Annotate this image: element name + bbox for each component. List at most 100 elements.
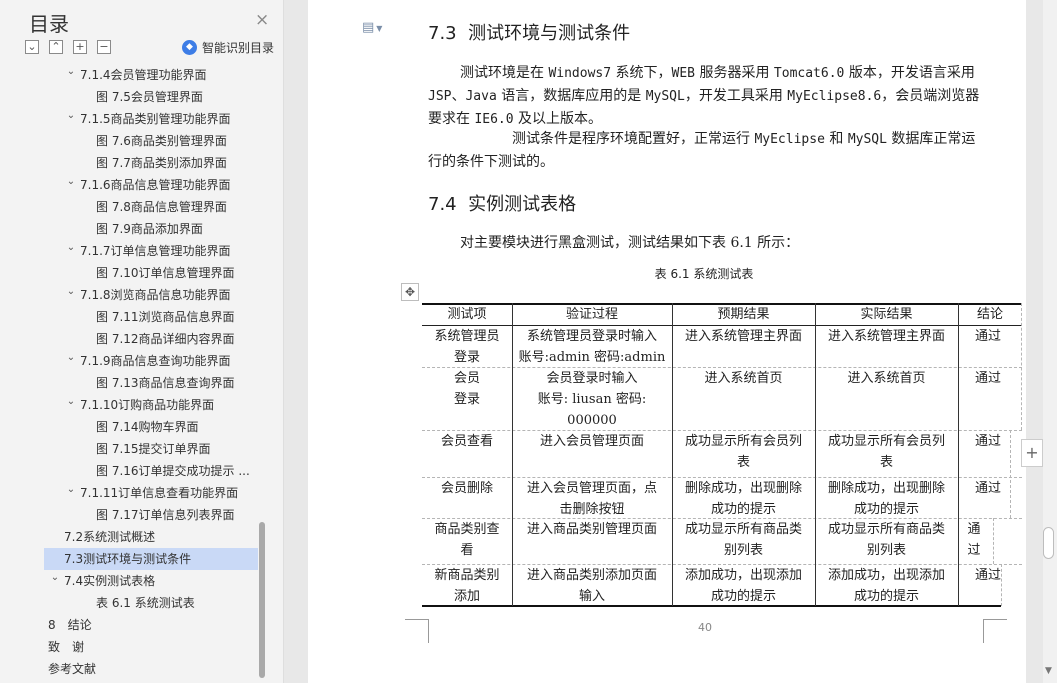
expected-cell: 删除成功，出现删除 成功的提示: [672, 478, 815, 520]
toc-item-label: 图 7.13商品信息查询界面: [96, 376, 235, 390]
toc-item-label: 图 7.16订单提交成功提示 ...: [96, 464, 250, 478]
toc-item[interactable]: ⌄ 7.1.6商品信息管理功能界面: [44, 174, 258, 196]
toc-item-label: 图 7.8商品信息管理界面: [96, 200, 227, 214]
process-cell: 会员登录时输入 账号: liusan 密码: 000000: [512, 368, 672, 431]
chevron-down-icon[interactable]: ⌄: [65, 482, 77, 501]
chevron-down-icon[interactable]: ⌄: [65, 350, 77, 369]
toc-item[interactable]: 8 结论: [44, 614, 258, 636]
process-cell-line: 系统管理员登录时输入: [526, 329, 657, 344]
toc-item-label: 图 7.5会员管理界面: [96, 90, 203, 104]
result-cell-line: 通过: [974, 371, 1001, 386]
toc-item[interactable]: 参考文献: [44, 658, 258, 680]
result-cell-line: 通过: [974, 481, 1001, 496]
result-cell: 通过: [958, 519, 990, 561]
expected-cell-line: 成功的提示: [710, 589, 776, 604]
page-number: 40: [698, 621, 712, 634]
toc-item-label: 图 7.17订单信息列表界面: [96, 508, 235, 522]
toc-item-label: 图 7.9商品添加界面: [96, 222, 203, 236]
expand-up-button[interactable]: ⌃: [49, 40, 63, 54]
toc-item[interactable]: 图 7.10订单信息管理界面: [44, 262, 258, 284]
toc-item[interactable]: 图 7.5会员管理界面: [44, 86, 258, 108]
toc-item[interactable]: ⌄ 7.1.4会员管理功能界面: [44, 64, 258, 86]
test-item-cell-line: 会员: [453, 371, 480, 386]
actual-cell-line: 进入系统首页: [847, 371, 926, 386]
toc-item[interactable]: 图 7.7商品类别添加界面: [44, 152, 258, 174]
process-cell-line: 输入: [578, 589, 605, 604]
section-heading-7-4: 7.4 实例测试表格: [428, 190, 576, 216]
toc-item[interactable]: ⌄ 7.1.7订单信息管理功能界面: [44, 240, 258, 262]
section-number: 7.3: [428, 23, 457, 44]
expected-cell-line: 成功显示所有商品类: [684, 522, 802, 537]
toc-item[interactable]: 图 7.17订单信息列表界面: [44, 504, 258, 526]
toc-item[interactable]: ⌄ 7.1.5商品类别管理功能界面: [44, 108, 258, 130]
table-move-handle[interactable]: ✥: [401, 283, 419, 301]
toc-item[interactable]: ⌄ 7.1.8浏览商品信息功能界面: [44, 284, 258, 306]
test-item-cell: 会员 登录: [422, 368, 512, 410]
scroll-down-icon[interactable]: ▼: [1045, 666, 1052, 676]
document-menu-button[interactable]: ▤ ▼: [362, 20, 382, 35]
toc-item[interactable]: 7.2系统测试概述: [44, 526, 258, 548]
result-cell: 通过: [958, 431, 1018, 452]
toc-item-label: 7.2系统测试概述: [64, 530, 156, 544]
toc-item[interactable]: ⌄ 7.1.10订购商品功能界面: [44, 394, 258, 416]
result-cell-line: 通过: [974, 568, 1001, 583]
paragraph-conditions: 测试条件是程序环境配置好，正常运行 MyEclipse 和 MySQL 数据库正…: [428, 131, 976, 170]
chevron-down-icon[interactable]: ⌄: [65, 394, 77, 413]
chevron-up-icon: ⌃: [51, 40, 61, 53]
expected-cell: 进入系统首页: [672, 368, 815, 389]
toc-item[interactable]: 7.3测试环境与测试条件: [44, 548, 258, 570]
remove-heading-button[interactable]: −: [97, 40, 111, 54]
section-number: 7.4: [428, 194, 457, 215]
process-cell: 进入会员管理页面，点 击删除按钮: [512, 478, 672, 520]
smart-toc-button[interactable]: ◆ 智能识别目录: [182, 39, 274, 56]
table-header-cell: 测试项: [447, 307, 487, 322]
document-scrollbar-thumb[interactable]: [1043, 527, 1054, 559]
toc-item[interactable]: 图 7.12商品详细内容界面: [44, 328, 258, 350]
toc-item[interactable]: 表 6.1 系统测试表: [44, 592, 258, 614]
section-title: 实例测试表格: [468, 194, 577, 215]
toc-item-label: 图 7.11浏览商品信息界面: [96, 310, 235, 324]
chevron-down-icon[interactable]: ⌄: [65, 174, 77, 193]
chevron-down-icon[interactable]: ⌄: [65, 64, 77, 83]
chevron-down-icon[interactable]: ⌄: [49, 570, 61, 589]
expected-cell-line: 成功显示所有会员列: [684, 434, 802, 449]
toc-item[interactable]: 图 7.11浏览商品信息界面: [44, 306, 258, 328]
toc-item[interactable]: 图 7.14购物车界面: [44, 416, 258, 438]
expected-cell-line: 添加成功，出现添加: [684, 568, 802, 583]
toc-item[interactable]: 图 7.8商品信息管理界面: [44, 196, 258, 218]
close-icon[interactable]: ×: [255, 10, 269, 30]
toc-item-label: 7.1.11订单信息查看功能界面: [80, 486, 239, 500]
toc-item-label: 7.4实例测试表格: [64, 574, 156, 588]
result-cell: 通过: [958, 478, 1018, 499]
toc-item[interactable]: 图 7.13商品信息查询界面: [44, 372, 258, 394]
test-item-cell: 会员删除: [422, 478, 512, 499]
chevron-down-icon[interactable]: ⌄: [65, 108, 77, 127]
toc-scrollbar-thumb[interactable]: [259, 522, 265, 678]
toc-item-label: 8 结论: [48, 618, 92, 632]
table-header-cell: 预期结果: [717, 307, 770, 322]
toc-item[interactable]: ⌄ 7.1.9商品信息查询功能界面: [44, 350, 258, 372]
process-cell-line: 进入商品类别管理页面: [526, 522, 657, 537]
toc-item[interactable]: ⌄ 7.4实例测试表格: [44, 570, 258, 592]
toc-item[interactable]: 图 7.15提交订单界面: [44, 438, 258, 460]
process-cell: 进入会员管理页面: [512, 431, 672, 452]
add-row-button[interactable]: +: [1021, 439, 1043, 467]
chevron-down-icon[interactable]: ⌄: [65, 284, 77, 303]
actual-cell: 进入系统首页: [815, 368, 958, 389]
add-heading-button[interactable]: +: [73, 40, 87, 54]
document-scrollbar[interactable]: [1043, 0, 1057, 683]
toc-item[interactable]: 图 7.16订单提交成功提示 ...: [44, 460, 258, 482]
chevron-down-icon[interactable]: ⌄: [65, 240, 77, 259]
actual-cell-line: 成功的提示: [853, 589, 919, 604]
move-icon: ✥: [404, 285, 416, 299]
toc-item[interactable]: ⌄ 7.1.11订单信息查看功能界面: [44, 482, 258, 504]
toc-item-label: 致 谢: [48, 640, 85, 654]
table-header-cell: 验证过程: [565, 307, 618, 322]
collapse-all-button[interactable]: ⌄: [25, 40, 39, 54]
toc-item[interactable]: 图 7.9商品添加界面: [44, 218, 258, 240]
result-cell: 通过: [958, 326, 1018, 347]
table-header-cell: 实际结果: [860, 307, 913, 322]
toc-item[interactable]: 图 7.6商品类别管理界面: [44, 130, 258, 152]
toc-item[interactable]: 致 谢: [44, 636, 258, 658]
test-item-cell-line: 系统管理员: [434, 329, 500, 344]
